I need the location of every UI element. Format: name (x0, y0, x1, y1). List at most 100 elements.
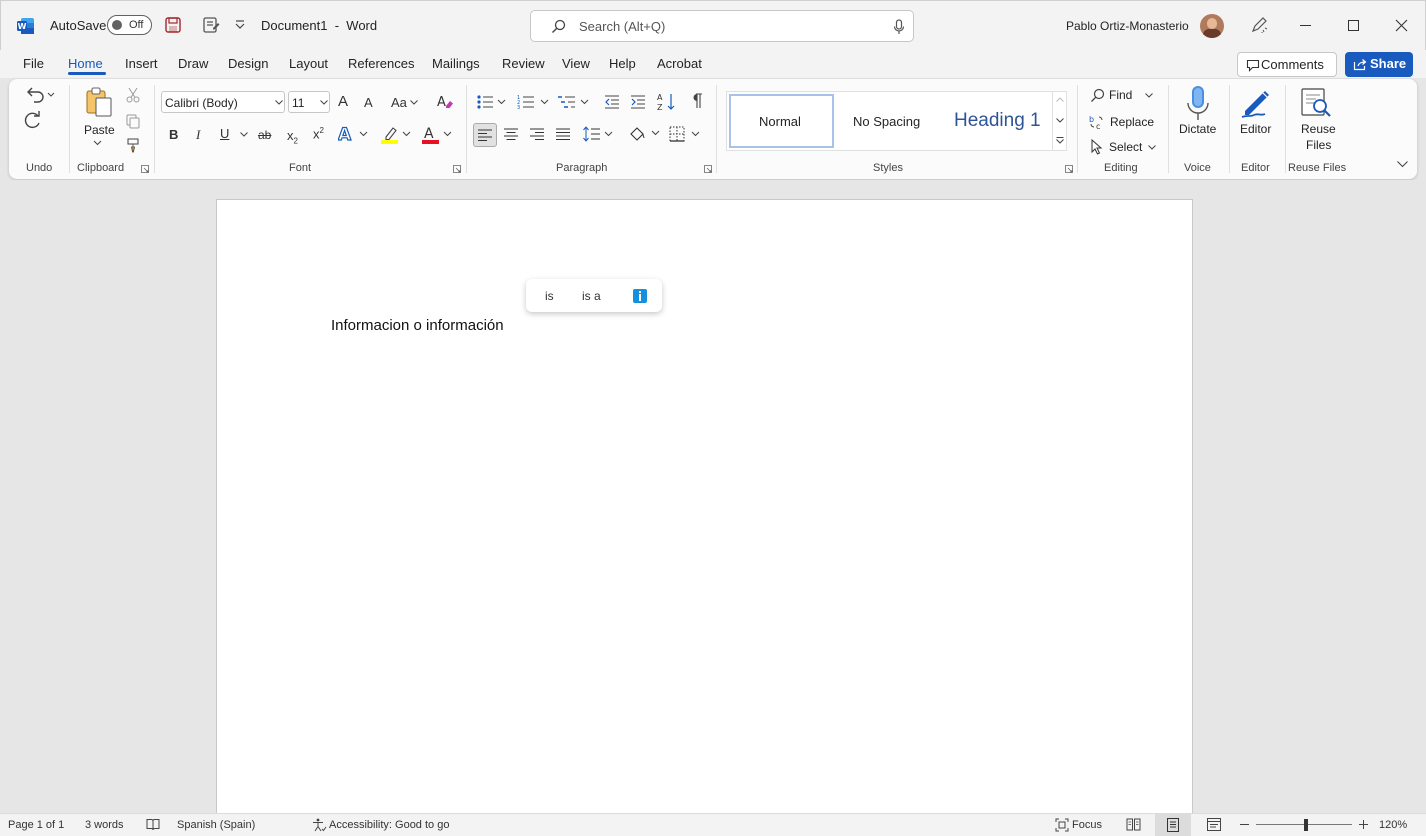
cut-icon[interactable] (126, 87, 140, 103)
shrink-font-button[interactable]: A (364, 95, 373, 110)
comments-button[interactable]: Comments (1237, 52, 1337, 77)
redo-icon[interactable] (24, 111, 42, 129)
highlight-color-icon[interactable] (381, 125, 413, 145)
reuse-files-label-line-2[interactable]: Files (1306, 138, 1331, 152)
suggestion-item[interactable]: is (545, 289, 554, 303)
chevron-down-icon[interactable] (410, 100, 418, 105)
styles-more-icon[interactable] (1056, 137, 1064, 144)
align-right-icon[interactable] (530, 128, 544, 141)
italic-button[interactable]: I (196, 127, 200, 143)
focus-label[interactable]: Focus (1072, 819, 1102, 831)
select-button[interactable]: Select (1090, 139, 1162, 157)
reuse-files-icon[interactable] (1300, 87, 1332, 119)
page-count[interactable]: Page 1 of 1 (8, 819, 64, 831)
find-button[interactable]: Find (1090, 87, 1153, 105)
tab-help[interactable]: Help (609, 56, 636, 71)
designer-pen-icon[interactable] (1250, 16, 1268, 34)
zoom-out-icon[interactable] (1240, 824, 1249, 825)
change-case-button[interactable]: Aa (391, 95, 407, 110)
chevron-up-icon[interactable] (1056, 97, 1064, 102)
avatar[interactable] (1200, 14, 1224, 38)
tab-acrobat[interactable]: Acrobat (657, 56, 702, 71)
autosave-toggle[interactable]: Off (107, 15, 152, 35)
print-layout-button[interactable] (1155, 814, 1191, 836)
replace-button[interactable]: bc Replace (1089, 113, 1169, 131)
minimize-icon[interactable] (1300, 25, 1311, 26)
document-text[interactable]: Informacion o información (331, 317, 504, 334)
borders-icon[interactable] (669, 126, 701, 142)
font-size-box[interactable]: 11 (288, 91, 330, 113)
zoom-in-icon[interactable] (1358, 819, 1369, 830)
superscript-button[interactable]: x2 (313, 126, 324, 141)
tab-mailings[interactable]: Mailings (432, 56, 480, 71)
font-launcher-icon[interactable] (453, 165, 461, 173)
zoom-level[interactable]: 120% (1379, 819, 1407, 831)
increase-indent-icon[interactable] (630, 94, 646, 110)
dictate-microphone-icon[interactable] (1186, 85, 1210, 123)
accessibility-icon[interactable] (312, 818, 327, 832)
paragraph-launcher-icon[interactable] (704, 165, 712, 173)
paste-dropdown-icon[interactable] (93, 140, 102, 146)
line-spacing-icon[interactable] (583, 126, 615, 142)
proofing-book-icon[interactable] (146, 818, 160, 831)
strikethrough-button[interactable]: ab (258, 128, 271, 142)
accessibility-status[interactable]: Accessibility: Good to go (329, 819, 449, 831)
share-button[interactable]: Share (1345, 52, 1413, 77)
bold-button[interactable]: B (169, 127, 178, 142)
tab-insert[interactable]: Insert (125, 56, 158, 71)
decrease-indent-icon[interactable] (604, 94, 620, 110)
reuse-files-label-line-1[interactable]: Reuse (1301, 122, 1336, 136)
paste-button[interactable] (84, 86, 114, 118)
ribbon-collapse-chevron-icon[interactable] (1397, 161, 1408, 168)
underline-button[interactable]: U (220, 126, 229, 141)
maximize-icon[interactable] (1348, 20, 1359, 31)
styles-launcher-icon[interactable] (1065, 165, 1073, 173)
tab-draw[interactable]: Draw (178, 56, 208, 71)
justify-icon[interactable] (556, 128, 570, 141)
close-icon[interactable] (1395, 19, 1408, 32)
clipboard-launcher-icon[interactable] (141, 165, 149, 173)
numbering-icon[interactable]: 123 (517, 94, 549, 110)
chevron-down-icon[interactable] (240, 132, 248, 137)
format-painter-icon[interactable] (125, 137, 141, 153)
font-name-box[interactable]: Calibri (Body) (161, 91, 285, 113)
multilevel-list-icon[interactable] (557, 94, 589, 110)
focus-icon[interactable] (1055, 818, 1069, 832)
shading-icon[interactable] (628, 125, 660, 143)
tab-references[interactable]: References (348, 56, 414, 71)
subscript-button[interactable]: x2 (287, 128, 298, 146)
quick-access-dropdown-icon[interactable] (234, 19, 246, 31)
document-page[interactable]: Informacion o información (216, 199, 1193, 819)
align-center-icon[interactable] (504, 128, 518, 141)
font-color-icon[interactable]: A (422, 125, 454, 145)
style-no-spacing[interactable]: No Spacing (839, 94, 943, 148)
save-icon[interactable] (164, 16, 182, 34)
web-layout-icon[interactable] (1207, 818, 1222, 832)
suggestion-item[interactable]: is a (582, 289, 601, 303)
tab-layout[interactable]: Layout (289, 56, 328, 71)
copy-icon[interactable] (125, 113, 141, 129)
undo-button[interactable] (25, 85, 55, 103)
chevron-down-icon[interactable] (1056, 118, 1064, 123)
tab-file[interactable]: File (23, 56, 44, 71)
editor-pen-icon[interactable] (1239, 85, 1273, 121)
dictate-label[interactable]: Dictate (1179, 122, 1216, 136)
tab-view[interactable]: View (562, 56, 590, 71)
save-as-icon[interactable] (202, 16, 220, 34)
tab-review[interactable]: Review (502, 56, 545, 71)
grow-font-button[interactable]: A (338, 93, 348, 110)
clear-formatting-icon[interactable]: A (436, 93, 454, 111)
language[interactable]: Spanish (Spain) (177, 819, 255, 831)
editor-label[interactable]: Editor (1240, 122, 1271, 136)
microphone-icon[interactable] (893, 19, 905, 35)
tab-home[interactable]: Home (68, 56, 103, 71)
style-normal[interactable]: Normal (729, 94, 834, 148)
tab-design[interactable]: Design (228, 56, 268, 71)
word-count[interactable]: 3 words (85, 819, 124, 831)
zoom-slider-thumb[interactable] (1304, 819, 1308, 831)
info-icon[interactable] (633, 289, 647, 303)
read-mode-icon[interactable] (1126, 818, 1141, 831)
show-formatting-marks-icon[interactable] (689, 93, 703, 109)
style-heading-1[interactable]: Heading 1 (947, 94, 1055, 148)
search-box[interactable]: Search (Alt+Q) (530, 10, 914, 42)
